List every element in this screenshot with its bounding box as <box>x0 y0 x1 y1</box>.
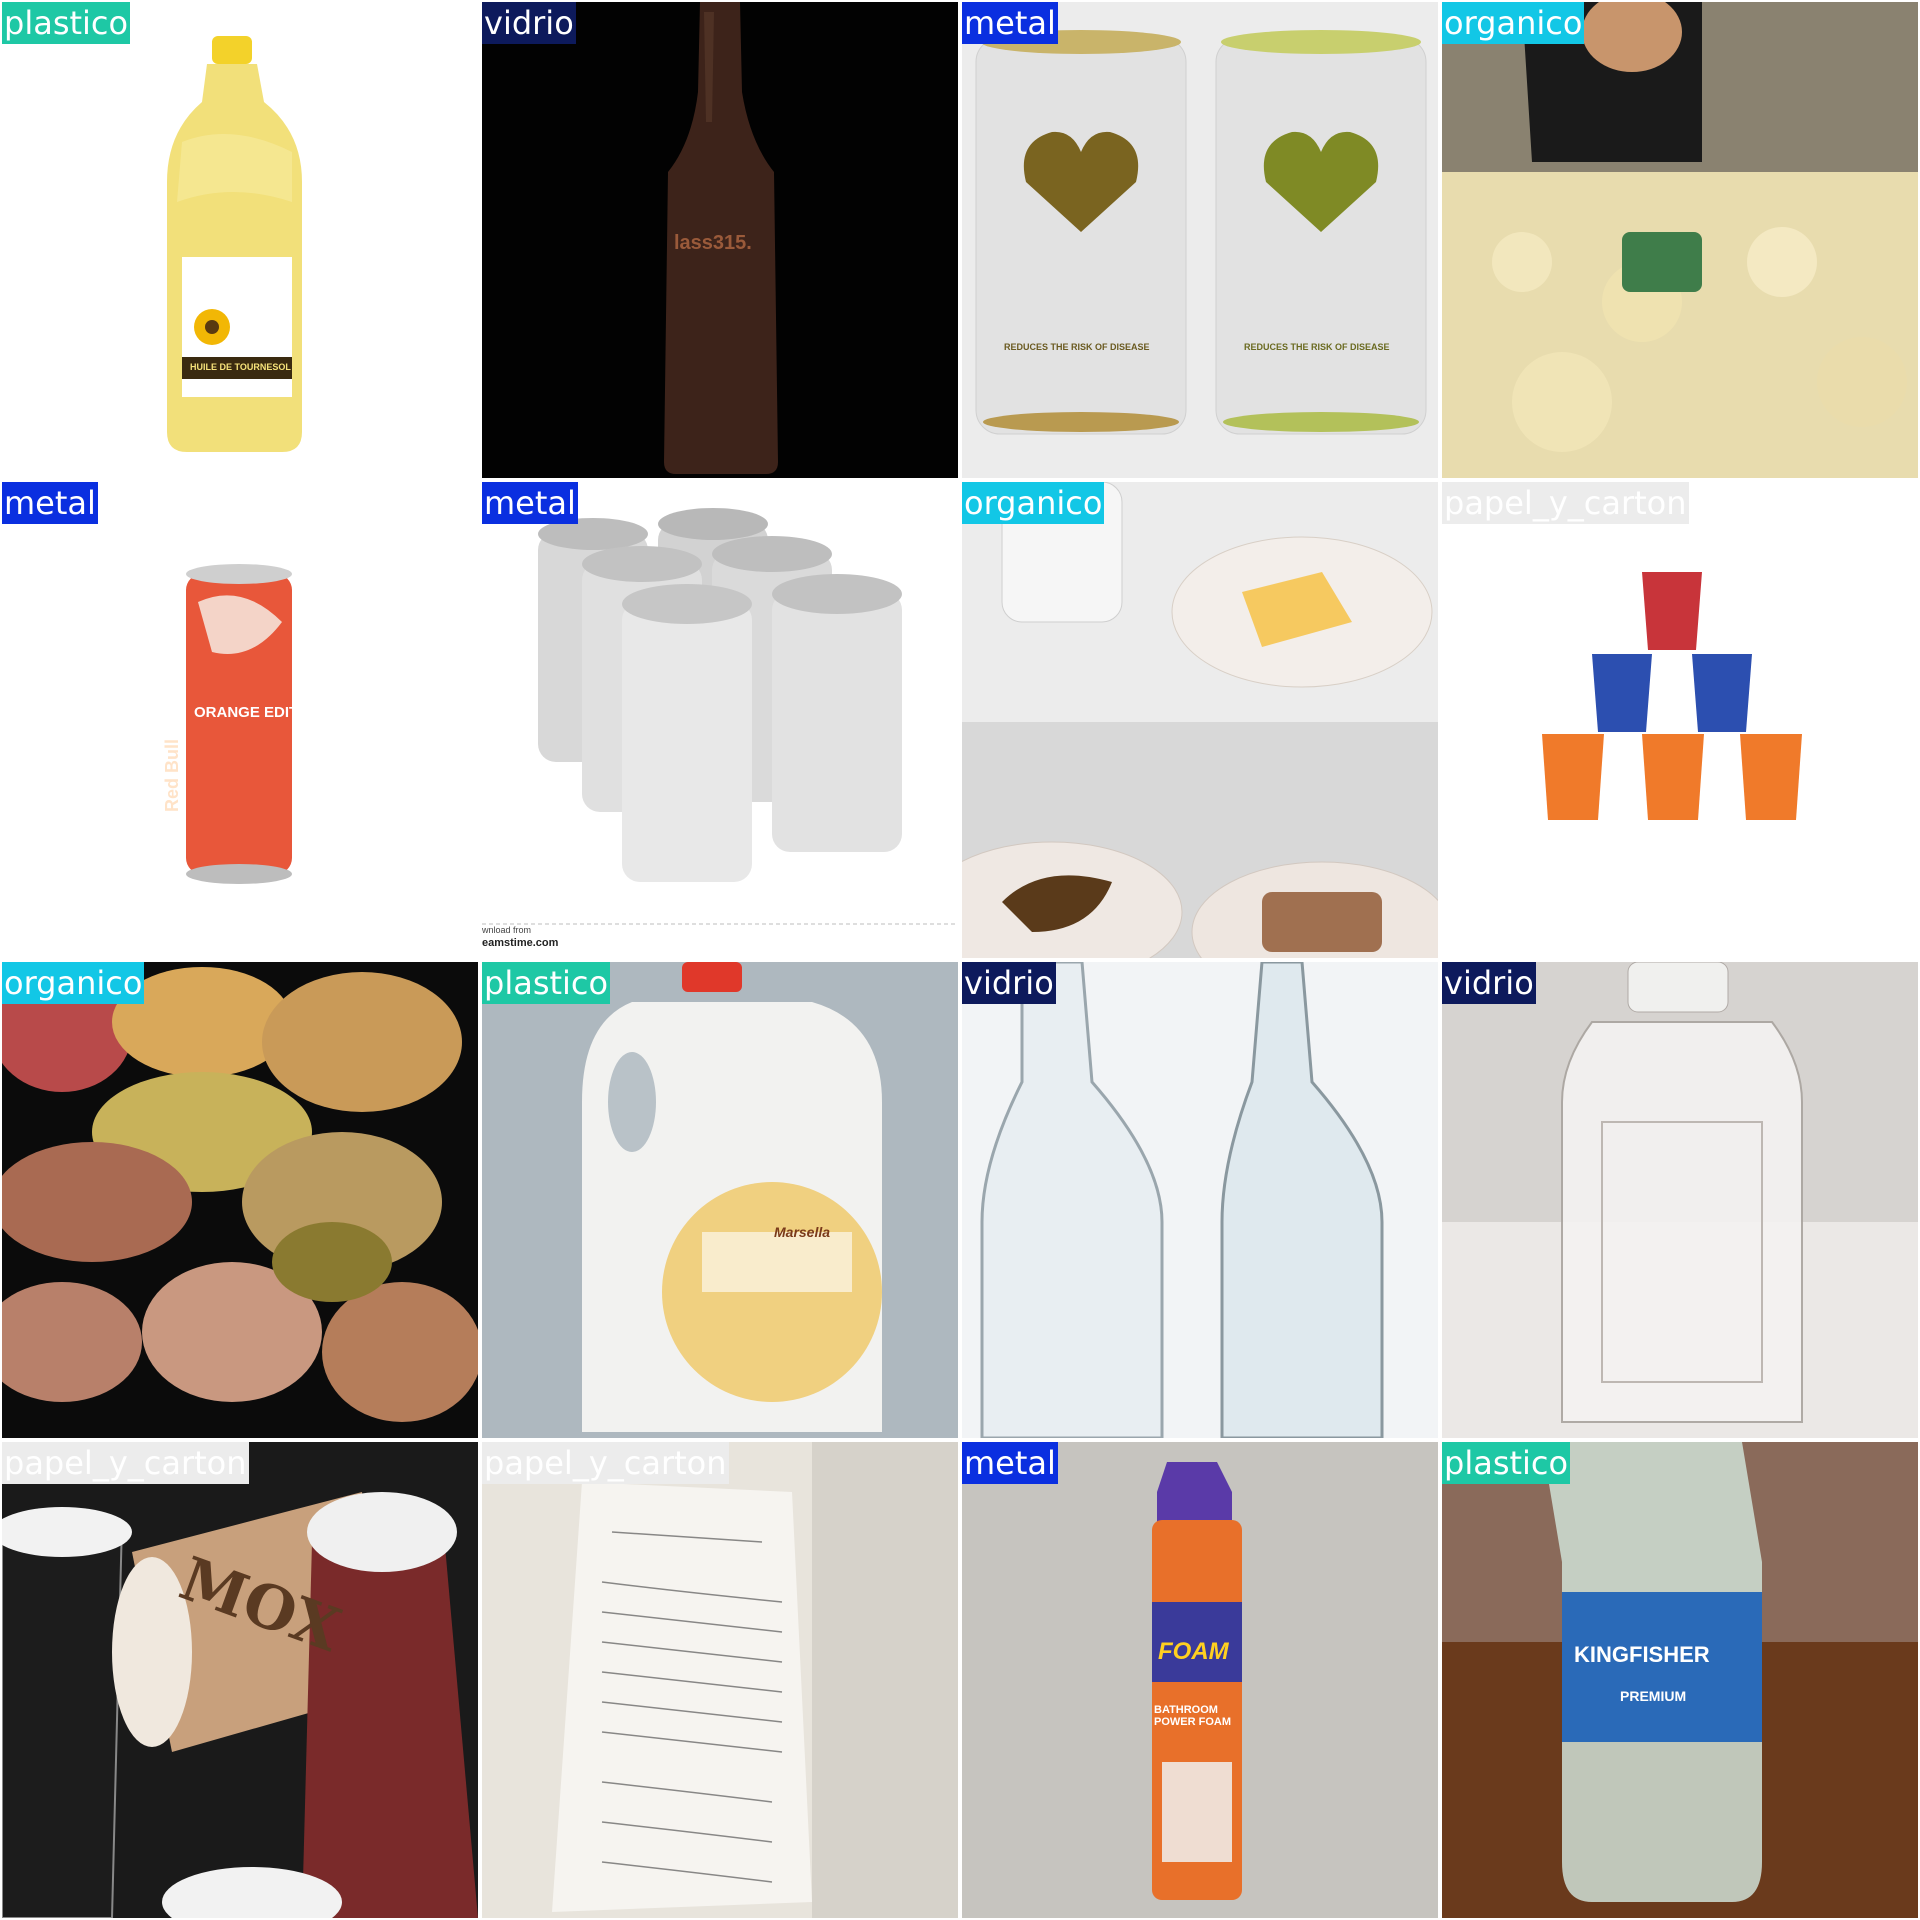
tile-handwritten-note: papel_y_carton <box>482 1442 958 1918</box>
detergent-jug-image <box>482 962 958 1438</box>
mangoes-image <box>2 962 478 1438</box>
water-bottle-image <box>1442 1442 1918 1918</box>
tile-label: papel_y_carton <box>1442 482 1689 524</box>
tile-detergent-jug: Marsella plastico <box>482 962 958 1438</box>
tile-water-bottle: KINGFISHER PREMIUM plastico <box>1442 1442 1918 1918</box>
oil-bottle-image <box>2 2 478 478</box>
tile-label: vidrio <box>1442 962 1536 1004</box>
tile-label: metal <box>2 482 98 524</box>
energy-drink-brand: Red Bull <box>162 738 182 812</box>
image-grid: HUILE DE TOURNESOL plastico lass315. vid… <box>0 0 1920 1920</box>
plates-food-image <box>962 482 1438 958</box>
tile-label: organico <box>2 962 145 1004</box>
tile-coffee-cups: MOX papel_y_carton <box>2 1442 478 1918</box>
tile-label: vidrio <box>962 962 1056 1004</box>
spray-can-image <box>962 1442 1438 1918</box>
energy-drink-edition: ORANGE EDITION <box>194 704 325 721</box>
tile-label: metal <box>482 482 578 524</box>
tile-plates-food: organico <box>962 482 1438 958</box>
detergent-label-text: Marsella <box>774 1224 831 1240</box>
handwritten-note-image <box>482 1442 958 1918</box>
coffee-cups-image <box>2 1442 478 1918</box>
embossed-bottle-image <box>1442 962 1918 1438</box>
tile-mangoes: organico <box>2 962 478 1438</box>
beer-can-2-text: REDUCES THE RISK OF DISEASE <box>1244 342 1390 352</box>
tile-spray-can: FOAM BATHROOM POWER FOAM metal <box>962 1442 1438 1918</box>
spray-product-text: BATHROOM POWER FOAM <box>1154 1704 1231 1728</box>
tile-paper-cups: papel_y_carton <box>1442 482 1918 958</box>
tile-clear-bottles: vidrio <box>962 962 1438 1438</box>
tile-label: organico <box>962 482 1105 524</box>
tile-label: organico <box>1442 2 1585 44</box>
spray-brand-text: FOAM <box>1158 1638 1229 1665</box>
food-scraps-image <box>1442 2 1918 478</box>
six-pack-image <box>482 482 958 958</box>
tile-beer-cans: REDUCES THE RISK OF DISEASE REDUCES THE … <box>962 2 1438 478</box>
clear-bottles-image <box>962 962 1438 1438</box>
tile-brown-glass-bottle: lass315. vidrio <box>482 2 958 478</box>
oil-bottle-text: HUILE DE TOURNESOL <box>190 362 291 372</box>
water-brand-text: KINGFISHER <box>1574 1642 1710 1667</box>
tile-label: plastico <box>1442 1442 1571 1484</box>
stock-watermark-text: eamstime.com <box>482 937 559 949</box>
tile-embossed-bottle: vidrio <box>1442 962 1918 1438</box>
water-premium-text: PREMIUM <box>1620 1688 1687 1704</box>
tile-label: plastico <box>2 2 131 44</box>
tile-energy-drink: ORANGE EDITION Red Bull metal <box>2 482 478 958</box>
tile-label: metal <box>962 1442 1058 1484</box>
tile-oil-bottle: HUILE DE TOURNESOL plastico <box>2 2 478 478</box>
stock-download-text: wnload from <box>482 925 532 935</box>
tile-label: plastico <box>482 962 611 1004</box>
tile-six-pack-cans: wnload from eamstime.com metal <box>482 482 958 958</box>
tile-food-scraps: organico <box>1442 2 1918 478</box>
tile-label: papel_y_carton <box>482 1442 729 1484</box>
beer-cans-image <box>962 2 1438 478</box>
glass-bottle-text: lass315. <box>674 232 752 254</box>
tile-label: metal <box>962 2 1058 44</box>
tile-label: vidrio <box>482 2 576 44</box>
beer-can-1-text: REDUCES THE RISK OF DISEASE <box>1004 342 1150 352</box>
tile-label: papel_y_carton <box>2 1442 249 1484</box>
paper-cups-image <box>1442 482 1918 958</box>
